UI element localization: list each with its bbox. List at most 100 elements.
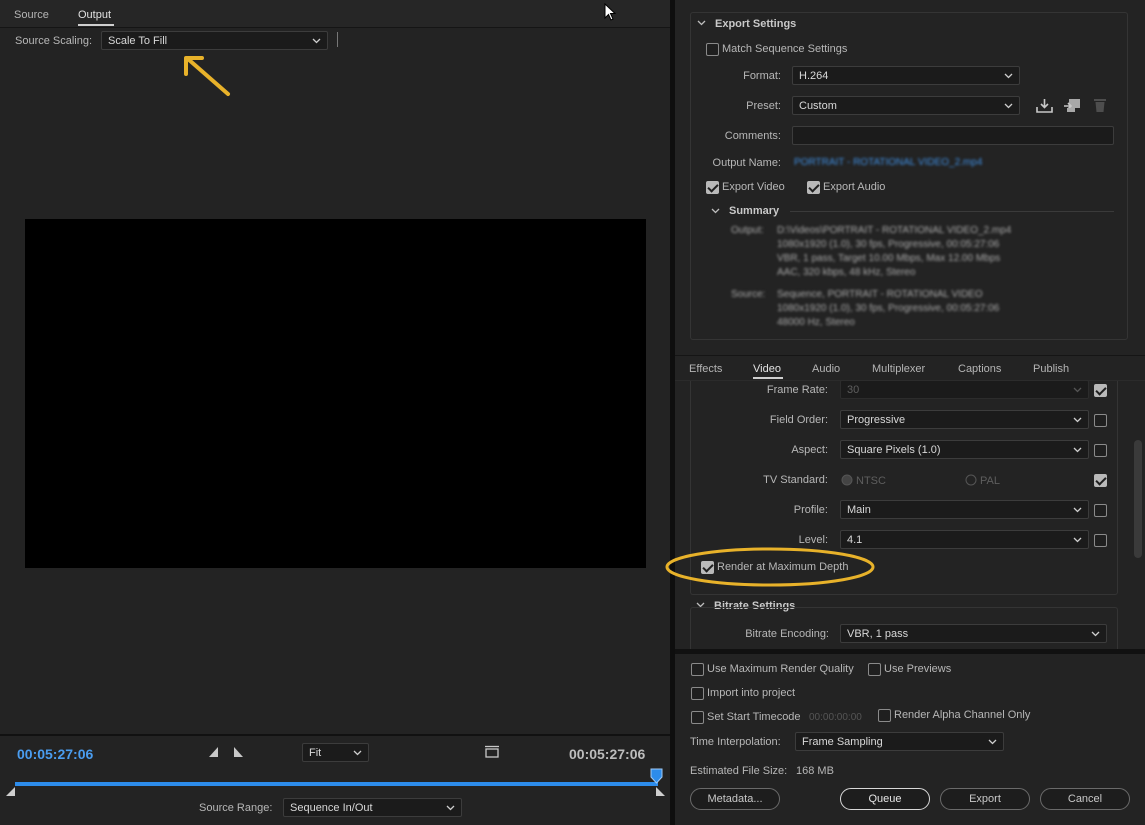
bitrate-encoding-label: Bitrate Encoding:: [745, 628, 829, 640]
time-interpolation-value: Frame Sampling: [802, 735, 883, 748]
timecode-current[interactable]: 00:05:27:06: [17, 746, 93, 762]
in-point-marker-icon[interactable]: [5, 787, 16, 797]
tv-standard-label: TV Standard:: [763, 474, 828, 486]
summary-output-line: AAC, 320 kbps, 48 kHz, Stereo: [777, 267, 916, 278]
left-panel: Source Output Source Scaling: Scale To F…: [0, 0, 670, 825]
tab-source[interactable]: Source: [14, 9, 49, 21]
profile-dropdown[interactable]: Main: [840, 500, 1089, 519]
queue-button[interactable]: Queue: [840, 788, 930, 810]
tab-publish[interactable]: Publish: [1033, 363, 1069, 375]
aspect-checkbox[interactable]: [1094, 444, 1107, 457]
tab-multiplexer[interactable]: Multiplexer: [872, 363, 925, 375]
timecode-duration: 00:05:27:06: [569, 746, 646, 762]
mark-in-icon[interactable]: [208, 746, 220, 758]
match-sequence-checkbox[interactable]: [706, 43, 719, 56]
preset-dropdown[interactable]: Custom: [792, 96, 1020, 115]
source-range-value: Sequence In/Out: [290, 801, 373, 814]
zoom-value: Fit: [309, 746, 322, 759]
zoom-dropdown[interactable]: Fit: [302, 743, 369, 762]
chevron-down-icon: [446, 805, 455, 811]
render-alpha-checkbox[interactable]: [878, 709, 891, 722]
tab-video[interactable]: Video: [753, 363, 781, 375]
format-dropdown[interactable]: H.264: [792, 66, 1020, 85]
mark-out-icon[interactable]: [232, 746, 244, 758]
bottom-section-divider: [675, 649, 1145, 654]
save-preset-icon[interactable]: [1036, 98, 1053, 113]
summary-divider: [790, 211, 1114, 212]
level-checkbox[interactable]: [1094, 534, 1107, 547]
source-scaling-dropdown[interactable]: Scale To Fill: [101, 31, 328, 50]
estimated-file-size-label: Estimated File Size:: [690, 765, 788, 777]
time-interpolation-dropdown[interactable]: Frame Sampling: [795, 732, 1004, 751]
bitrate-encoding-dropdown[interactable]: VBR, 1 pass: [840, 624, 1107, 643]
chevron-down-icon: [1091, 631, 1100, 637]
start-timecode-value[interactable]: 00:00:00:00: [809, 712, 862, 723]
mouse-cursor-icon: [604, 3, 616, 21]
output-name-link[interactable]: PORTRAIT - ROTATIONAL VIDEO_2.mp4: [794, 157, 982, 168]
comments-input[interactable]: [792, 126, 1114, 145]
field-order-dropdown[interactable]: Progressive: [840, 410, 1089, 429]
match-sequence-label: Match Sequence Settings: [722, 43, 848, 55]
tab-output[interactable]: Output: [78, 9, 111, 21]
import-preset-icon[interactable]: [1063, 98, 1081, 113]
frame-rate-value: 30: [847, 383, 860, 396]
metadata-button[interactable]: Metadata...: [690, 788, 780, 810]
pal-label: PAL: [980, 475, 1000, 487]
frame-rate-checkbox[interactable]: [1094, 384, 1107, 397]
set-start-timecode-checkbox[interactable]: [691, 711, 704, 724]
ntsc-radio[interactable]: [841, 474, 853, 486]
field-order-checkbox[interactable]: [1094, 414, 1107, 427]
render-alpha-label: Render Alpha Channel Only: [894, 709, 1031, 721]
preset-value: Custom: [799, 99, 837, 112]
chevron-down-icon: [312, 38, 321, 44]
export-audio-checkbox[interactable]: [807, 181, 820, 194]
summary-source-line: 1080x1920 (1.0), 30 fps, Progressive, 00…: [777, 303, 1000, 314]
chevron-down-icon: [1073, 507, 1082, 513]
use-previews-checkbox[interactable]: [868, 663, 881, 676]
pal-radio[interactable]: [965, 474, 977, 486]
field-order-label: Field Order:: [769, 414, 828, 426]
tab-captions[interactable]: Captions: [958, 363, 1001, 375]
chevron-down-icon: [1073, 387, 1082, 393]
timeline-track[interactable]: [15, 782, 658, 786]
summary-output-line: VBR, 1 pass, Target 10.00 Mbps, Max 12.0…: [777, 253, 1001, 264]
estimated-file-size-value: 168 MB: [796, 765, 834, 777]
chevron-down-icon: [353, 750, 362, 756]
chevron-down-icon: [988, 739, 997, 745]
aspect-dropdown[interactable]: Square Pixels (1.0): [840, 440, 1089, 459]
chevron-down-icon[interactable]: [711, 208, 720, 214]
use-max-render-quality-checkbox[interactable]: [691, 663, 704, 676]
tab-effects[interactable]: Effects: [689, 363, 722, 375]
export-button[interactable]: Export: [940, 788, 1030, 810]
output-name-label: Output Name:: [712, 157, 781, 169]
chevron-down-icon[interactable]: [697, 20, 706, 26]
import-into-project-label: Import into project: [707, 687, 796, 699]
preset-label: Preset:: [746, 100, 781, 112]
level-dropdown[interactable]: 4.1: [840, 530, 1089, 549]
chevron-down-icon: [1004, 73, 1013, 79]
aspect-label: Aspect:: [791, 444, 828, 456]
cancel-button[interactable]: Cancel: [1040, 788, 1130, 810]
export-video-checkbox[interactable]: [706, 181, 719, 194]
import-into-project-checkbox[interactable]: [691, 687, 704, 700]
export-video-label: Export Video: [722, 181, 785, 193]
aspect-ratio-icon[interactable]: [484, 745, 500, 759]
format-label: Format:: [743, 70, 781, 82]
profile-checkbox[interactable]: [1094, 504, 1107, 517]
field-order-value: Progressive: [847, 413, 906, 426]
tab-audio[interactable]: Audio: [812, 363, 840, 375]
source-scaling-label: Source Scaling:: [15, 35, 93, 47]
out-point-marker-icon[interactable]: [655, 787, 666, 797]
format-value: H.264: [799, 69, 829, 82]
video-settings-scrollbar[interactable]: [1134, 440, 1142, 558]
aspect-value: Square Pixels (1.0): [847, 443, 941, 456]
annotation-arrow-icon: [184, 56, 230, 96]
delete-preset-icon[interactable]: [1093, 97, 1107, 113]
chevron-down-icon: [1073, 537, 1082, 543]
source-range-dropdown[interactable]: Sequence In/Out: [283, 798, 462, 817]
playhead-icon[interactable]: [650, 768, 663, 784]
profile-label: Profile:: [793, 504, 828, 516]
bitrate-encoding-value: VBR, 1 pass: [847, 627, 909, 640]
tv-standard-checkbox[interactable]: [1094, 474, 1107, 487]
level-label: Level:: [798, 534, 828, 546]
